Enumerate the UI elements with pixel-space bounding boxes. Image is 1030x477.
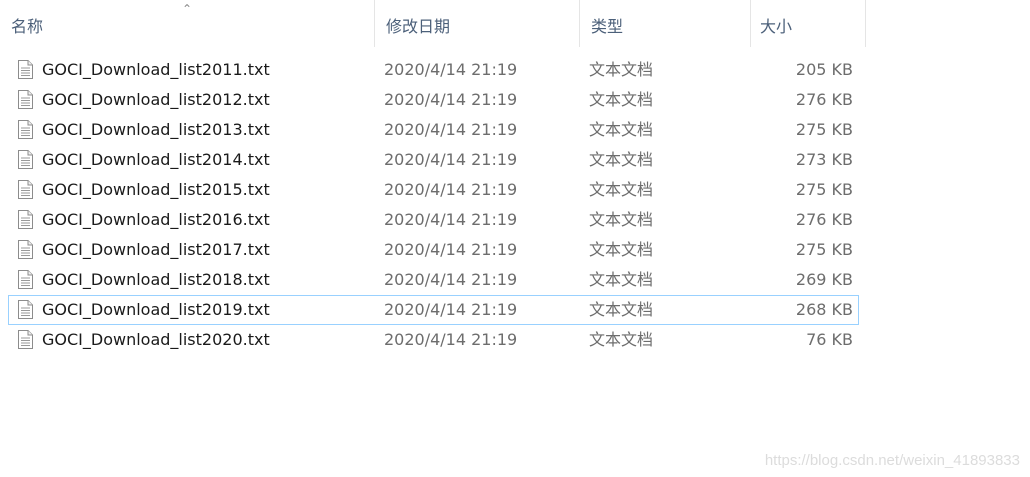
file-size: 276 KB xyxy=(795,90,853,109)
file-name: GOCI_Download_list2014.txt xyxy=(42,150,270,169)
file-modified-date: 2020/4/14 21:19 xyxy=(384,180,518,199)
file-name: GOCI_Download_list2019.txt xyxy=(42,300,270,319)
file-type: 文本文档 xyxy=(589,120,654,139)
file-size: 273 KB xyxy=(795,150,853,169)
file-row[interactable]: GOCI_Download_list2018.txt 2020/4/14 21:1… xyxy=(8,265,859,295)
column-header-size[interactable]: 大小 xyxy=(751,0,866,47)
file-name: GOCI_Download_list2013.txt xyxy=(42,120,270,139)
file-name: GOCI_Download_list2018.txt xyxy=(42,270,270,289)
file-size: 276 KB xyxy=(795,210,853,229)
file-type: 文本文档 xyxy=(589,180,654,199)
file-name: GOCI_Download_list2015.txt xyxy=(42,180,270,199)
file-modified-date: 2020/4/14 21:19 xyxy=(384,150,518,169)
column-header-name-label: 名称 xyxy=(11,17,44,36)
text-file-icon xyxy=(18,180,33,199)
column-header-size-label: 大小 xyxy=(760,17,793,36)
column-header-date-label: 修改日期 xyxy=(386,17,451,36)
file-type: 文本文档 xyxy=(589,240,654,259)
file-modified-date: 2020/4/14 21:19 xyxy=(384,270,518,289)
text-file-icon xyxy=(18,330,33,349)
column-header-bar: 名称 ⌃ 修改日期 类型 大小 xyxy=(0,0,866,47)
file-size: 275 KB xyxy=(795,180,853,199)
file-size: 275 KB xyxy=(795,120,853,139)
text-file-icon xyxy=(18,240,33,259)
watermark: https://blog.csdn.net/weixin_41893833 xyxy=(764,452,1020,469)
file-type: 文本文档 xyxy=(589,90,654,109)
text-file-icon xyxy=(18,150,33,169)
text-file-icon xyxy=(18,60,33,79)
file-name: GOCI_Download_list2017.txt xyxy=(42,240,270,259)
file-type: 文本文档 xyxy=(589,60,654,79)
file-name: GOCI_Download_list2016.txt xyxy=(42,210,270,229)
file-type: 文本文档 xyxy=(589,330,654,349)
file-size: 275 KB xyxy=(795,240,853,259)
file-size: 205 KB xyxy=(795,60,853,79)
column-header-date[interactable]: 修改日期 xyxy=(375,0,580,47)
file-size: 269 KB xyxy=(795,270,853,289)
file-type: 文本文档 xyxy=(589,150,654,169)
file-modified-date: 2020/4/14 21:19 xyxy=(384,90,518,109)
file-row[interactable]: GOCI_Download_list2012.txt 2020/4/14 21:1… xyxy=(8,85,859,115)
file-row[interactable]: GOCI_Download_list2017.txt 2020/4/14 21:1… xyxy=(8,235,859,265)
text-file-icon xyxy=(18,300,33,319)
file-type: 文本文档 xyxy=(589,270,654,289)
text-file-icon xyxy=(18,270,33,289)
file-row[interactable]: GOCI_Download_list2014.txt 2020/4/14 21:1… xyxy=(8,145,859,175)
file-modified-date: 2020/4/14 21:19 xyxy=(384,210,518,229)
file-type: 文本文档 xyxy=(589,210,654,229)
text-file-icon xyxy=(18,90,33,109)
column-header-type[interactable]: 类型 xyxy=(580,0,751,47)
sort-ascending-icon: ⌃ xyxy=(182,2,193,16)
file-name: GOCI_Download_list2011.txt xyxy=(42,60,270,79)
file-row[interactable]: GOCI_Download_list2013.txt 2020/4/14 21:1… xyxy=(8,115,859,145)
file-modified-date: 2020/4/14 21:19 xyxy=(384,300,518,319)
file-row[interactable]: GOCI_Download_list2019.txt 2020/4/14 21:1… xyxy=(8,295,859,325)
file-modified-date: 2020/4/14 21:19 xyxy=(384,120,518,139)
file-size: 76 KB xyxy=(806,330,853,349)
file-size: 268 KB xyxy=(795,300,853,319)
file-modified-date: 2020/4/14 21:19 xyxy=(384,330,518,349)
file-type: 文本文档 xyxy=(589,300,654,319)
file-modified-date: 2020/4/14 21:19 xyxy=(384,240,518,259)
column-header-name[interactable]: 名称 ⌃ xyxy=(0,0,375,47)
file-name: GOCI_Download_list2020.txt xyxy=(42,330,270,349)
file-modified-date: 2020/4/14 21:19 xyxy=(384,60,518,79)
file-name: GOCI_Download_list2012.txt xyxy=(42,90,270,109)
file-row[interactable]: GOCI_Download_list2011.txt 2020/4/14 21:1… xyxy=(8,55,859,85)
file-row[interactable]: GOCI_Download_list2015.txt 2020/4/14 21:1… xyxy=(8,175,859,205)
file-row[interactable]: GOCI_Download_list2020.txt 2020/4/14 21:1… xyxy=(8,325,859,355)
column-header-type-label: 类型 xyxy=(591,17,624,36)
file-row[interactable]: GOCI_Download_list2016.txt 2020/4/14 21:1… xyxy=(8,205,859,235)
text-file-icon xyxy=(18,210,33,229)
text-file-icon xyxy=(18,120,33,139)
